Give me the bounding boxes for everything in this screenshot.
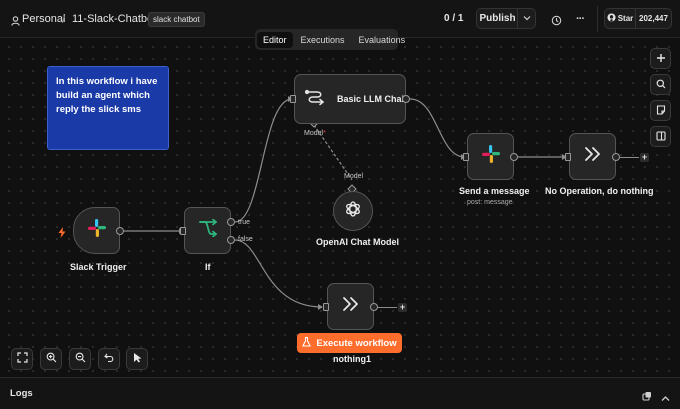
double-arrow-icon	[583, 146, 603, 167]
slack-icon	[481, 144, 501, 169]
zoom-in-button[interactable]	[40, 348, 62, 370]
llm-chain-output-port[interactable]	[402, 95, 410, 103]
zoom-out-button[interactable]	[69, 348, 91, 370]
popout-icon[interactable]	[642, 388, 652, 406]
sticky-note-text: In this workflow i have build an agent w…	[56, 76, 158, 115]
no-op-label: No Operation, do nothing	[545, 186, 654, 196]
node-no-operation[interactable]	[569, 133, 616, 180]
logs-label: Logs	[10, 388, 33, 399]
slack-icon	[87, 218, 107, 243]
execute-workflow-label: Execute workflow	[316, 337, 397, 349]
add-node-button[interactable]	[650, 48, 671, 69]
llm-chain-label: Basic LLM Chain	[337, 94, 410, 104]
zoom-in-icon	[46, 350, 57, 368]
nothing1-output-port[interactable]	[370, 303, 378, 311]
pointer-icon	[132, 350, 143, 368]
trigger-lightning-icon	[58, 225, 66, 243]
node-basic-llm-chain[interactable]: Basic LLM Chain	[294, 74, 410, 124]
slack-trigger-label: Slack Trigger	[70, 262, 127, 272]
undo-icon	[103, 350, 115, 368]
no-op-add-node-button[interactable]: +	[640, 153, 649, 162]
node-slack-trigger[interactable]	[73, 207, 120, 254]
logs-panel[interactable]: Logs	[0, 377, 680, 409]
llm-chain-model-port-label: Model*	[304, 130, 326, 137]
nothing1-add-node-button[interactable]: +	[398, 303, 407, 312]
zoom-out-icon	[75, 350, 86, 368]
execute-workflow-button[interactable]: Execute workflow	[297, 333, 402, 353]
if-input-port[interactable]	[180, 227, 186, 235]
if-label: If	[205, 262, 211, 272]
llm-chain-input-port[interactable]	[290, 95, 296, 103]
no-op-add-line	[620, 157, 639, 158]
if-true-label: true	[238, 219, 251, 226]
connection-if-true-llm	[234, 98, 293, 223]
sticky-note-icon	[656, 102, 666, 120]
branch-icon	[198, 218, 218, 242]
send-message-output-port[interactable]	[510, 153, 518, 161]
chain-icon	[304, 88, 325, 111]
connection-if-false-nothing	[234, 239, 323, 308]
if-true-output-port[interactable]	[227, 218, 235, 226]
tab-editor[interactable]: Editor	[257, 31, 293, 48]
no-op-input-port[interactable]	[565, 153, 571, 161]
search-nodes-button[interactable]	[650, 74, 671, 95]
connection-llm-send	[409, 98, 466, 158]
send-message-subtitle: post: message	[467, 199, 513, 206]
add-sticky-note-button[interactable]	[650, 100, 671, 121]
tab-evaluations[interactable]: Evaluations	[353, 32, 412, 48]
double-arrow-icon	[341, 296, 361, 317]
openai-model-label: OpenAI Chat Model	[316, 237, 399, 247]
node-nothing1[interactable]	[327, 283, 374, 330]
fit-view-button[interactable]	[11, 348, 33, 370]
fit-view-icon	[16, 350, 28, 368]
sticky-note[interactable]: In this workflow i have build an agent w…	[47, 66, 169, 150]
tab-executions[interactable]: Executions	[295, 32, 351, 48]
if-false-label: false	[238, 236, 253, 243]
toggle-panel-button[interactable]	[650, 126, 671, 147]
search-icon	[656, 76, 666, 94]
node-openai-chat-model[interactable]	[333, 191, 373, 231]
pointer-tool-button[interactable]	[126, 348, 148, 370]
send-message-input-port[interactable]	[463, 153, 469, 161]
openai-icon	[344, 200, 362, 223]
panel-icon	[655, 128, 666, 146]
nothing1-input-port[interactable]	[323, 303, 329, 311]
node-send-message[interactable]	[467, 133, 514, 180]
no-op-output-port[interactable]	[612, 153, 620, 161]
chevron-up-icon[interactable]	[661, 389, 670, 407]
if-false-output-port[interactable]	[227, 236, 235, 244]
send-message-label: Send a message	[459, 186, 530, 196]
openai-model-port-label: Model	[344, 173, 364, 180]
flask-icon	[302, 336, 312, 350]
view-tabs: Editor Executions Evaluations	[255, 29, 405, 50]
undo-button[interactable]	[98, 348, 120, 370]
plus-icon	[656, 50, 666, 68]
node-if[interactable]	[184, 207, 231, 254]
slack-trigger-output-port[interactable]	[116, 227, 124, 235]
nothing1-add-line	[378, 307, 397, 308]
nothing1-label: nothing1	[333, 354, 371, 364]
